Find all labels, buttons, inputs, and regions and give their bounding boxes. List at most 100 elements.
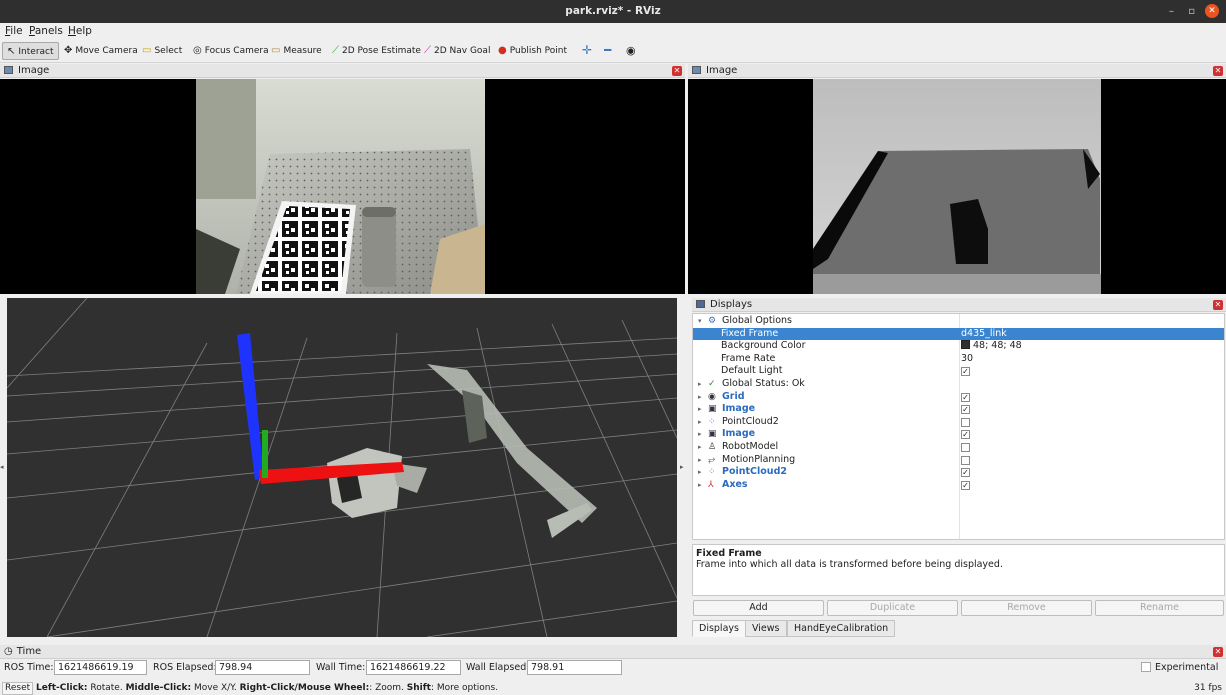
tab-views[interactable]: Views	[745, 620, 787, 637]
tool-focus-camera[interactable]: ◎ Focus Camera	[189, 42, 273, 60]
tree-row[interactable]: ▸ ◉ Grid ✓	[693, 391, 1224, 404]
close-panel-icon[interactable]: ✕	[1213, 66, 1223, 76]
menu-file[interactable]: File	[5, 25, 23, 37]
tree-item-label: Fixed Frame	[721, 327, 779, 339]
tool-label: Measure	[283, 46, 322, 56]
expand-arrow-right-icon[interactable]: ▸	[698, 441, 702, 454]
duplicate-button[interactable]: Duplicate	[827, 600, 958, 616]
tree-row[interactable]: ▸ ⅄ Axes ✓	[693, 479, 1224, 492]
tool-measure[interactable]: ▭ Measure	[267, 42, 326, 60]
tool-publish-point[interactable]: ● Publish Point	[494, 42, 571, 60]
nav-arrow-icon: ⟋	[424, 45, 431, 56]
close-window-button[interactable]: ✕	[1205, 4, 1219, 18]
depth-scene	[813, 79, 1101, 294]
rename-button[interactable]: Rename	[1095, 600, 1224, 616]
tree-row[interactable]: Fixed Frame d435_link	[693, 327, 1224, 341]
tool-interact[interactable]: ↖ Interact	[2, 42, 59, 60]
experimental-checkbox[interactable]	[1141, 662, 1151, 672]
wall-time-field[interactable]: 1621486619.22	[366, 660, 461, 675]
displays-tree[interactable]: ▾ ⚙ Global Options Fixed Frame d435_link Back…	[692, 313, 1225, 540]
minimize-icon[interactable]: –	[1169, 6, 1174, 17]
image-icon: ▣	[708, 404, 717, 415]
collapse-left-icon[interactable]: ◂	[0, 463, 4, 471]
expand-arrow-right-icon[interactable]: ▸	[698, 454, 702, 467]
tree-row[interactable]: ▸ ⁘ PointCloud2	[693, 416, 1224, 429]
ros-elapsed-label: ROS Elapsed:	[153, 662, 217, 673]
view-eye-icon[interactable]: ◉	[622, 42, 640, 60]
property-value-text: 48; 48; 48	[973, 340, 1022, 352]
tool-label: Select	[154, 46, 183, 56]
enabled-checkbox[interactable]: ✓	[961, 480, 970, 490]
tree-row[interactable]: ▸ ▣ Image ✓	[693, 403, 1224, 416]
tree-row[interactable]: Frame Rate 30	[693, 353, 1224, 366]
panel-title: Image	[706, 65, 738, 76]
enabled-checkbox[interactable]: ✓	[961, 367, 970, 377]
expand-arrow-right-icon[interactable]: ▸	[698, 428, 702, 441]
close-panel-icon[interactable]: ✕	[1213, 647, 1223, 657]
tree-row[interactable]: ▸ ▣ Image ✓	[693, 428, 1224, 441]
expand-arrow-right-icon[interactable]: ▸	[698, 391, 702, 404]
add-tool-plus-icon[interactable]: ✛	[578, 42, 596, 60]
fps-counter: 31 fps	[1194, 683, 1222, 693]
tree-row[interactable]: ▸ ♙ RobotModel	[693, 441, 1224, 454]
tree-row[interactable]: Background Color 48; 48; 48	[693, 340, 1224, 353]
enabled-checkbox[interactable]	[961, 455, 970, 465]
expand-arrow-right-icon[interactable]: ▸	[698, 403, 702, 416]
tree-item-label: RobotModel	[722, 441, 779, 452]
tool-select[interactable]: ▭ Select	[138, 42, 186, 60]
enabled-checkbox[interactable]: ✓	[961, 405, 970, 415]
tool-label: Publish Point	[509, 46, 568, 56]
render-3d-view[interactable]	[7, 298, 677, 637]
enabled-checkbox[interactable]: ✓	[961, 392, 970, 402]
enabled-checkbox[interactable]	[961, 443, 970, 452]
enabled-checkbox[interactable]: ✓	[961, 468, 970, 478]
tree-item-label: MotionPlanning	[722, 453, 796, 465]
property-value[interactable]: 48; 48; 48	[961, 340, 1022, 353]
remove-button[interactable]: Remove	[961, 600, 1092, 616]
tree-item-label: Frame Rate	[721, 352, 776, 364]
image-panel-right-header: Image ✕	[688, 64, 1226, 78]
expand-arrow-right-icon[interactable]: ▸	[698, 378, 702, 391]
add-button[interactable]: Add	[693, 600, 824, 616]
ros-time-field[interactable]: 1621486619.19	[54, 660, 147, 675]
ros-elapsed-field[interactable]: 798.94	[215, 660, 310, 675]
tree-row[interactable]: ▸ ✓ Global Status: Ok	[693, 378, 1224, 391]
tree-row[interactable]: Default Light ✓	[693, 365, 1224, 378]
property-value[interactable]: 30	[961, 353, 973, 366]
hint-key: Right-Click/Mouse Wheel:	[239, 683, 370, 693]
tree-item-label: Default Light	[721, 365, 783, 377]
pose-arrow-icon: ⟋	[332, 45, 339, 56]
tool-move-camera[interactable]: ✥ Move Camera	[60, 42, 142, 60]
menu-help[interactable]: Help	[68, 25, 92, 37]
clock-icon: ◷	[4, 646, 13, 657]
menu-panels[interactable]: Panels	[29, 25, 63, 37]
tree-row[interactable]: ▸ ⥂ MotionPlanning	[693, 454, 1224, 467]
wall-elapsed-field[interactable]: 798.91	[527, 660, 622, 675]
ruler-icon: ▭	[271, 45, 281, 56]
property-value-text: d435_link	[961, 327, 1007, 339]
close-panel-icon[interactable]: ✕	[672, 66, 682, 76]
hint-key: Middle-Click:	[125, 683, 192, 693]
enabled-checkbox[interactable]: ✓	[961, 430, 970, 440]
enabled-checkbox[interactable]	[961, 417, 970, 427]
remove-tool-minus-icon[interactable]: ━	[600, 42, 615, 60]
expand-arrow-right-icon[interactable]: ▸	[698, 466, 702, 479]
tree-row[interactable]: ▸ ⁘ PointCloud2 ✓	[693, 466, 1224, 479]
expand-arrow-right-icon[interactable]: ▸	[698, 479, 702, 492]
property-value[interactable]: d435_link	[961, 328, 1007, 341]
tab-displays[interactable]: Displays	[692, 620, 746, 637]
expand-arrow-right-icon[interactable]: ▸	[698, 416, 702, 429]
tree-row[interactable]: ▾ ⚙ Global Options	[693, 315, 1224, 328]
close-panel-icon[interactable]: ✕	[1213, 300, 1223, 310]
tree-item-label: Global Options	[722, 315, 792, 326]
tree-item-label: Grid	[722, 390, 745, 402]
expand-arrow-down-icon[interactable]: ▾	[698, 315, 702, 328]
select-icon: ▭	[142, 45, 152, 56]
maximize-icon[interactable]: ▫	[1188, 6, 1195, 17]
tool-2d-pose-estimate[interactable]: ⟋ 2D Pose Estimate	[328, 42, 425, 60]
tab-handeyecalibration[interactable]: HandEyeCalibration	[787, 620, 896, 637]
collapse-right-icon[interactable]: ▸	[680, 463, 684, 471]
tree-item-label: PointCloud2	[722, 466, 787, 478]
tool-2d-nav-goal[interactable]: ⟋ 2D Nav Goal	[420, 42, 494, 60]
reset-button[interactable]: Reset	[2, 682, 34, 695]
